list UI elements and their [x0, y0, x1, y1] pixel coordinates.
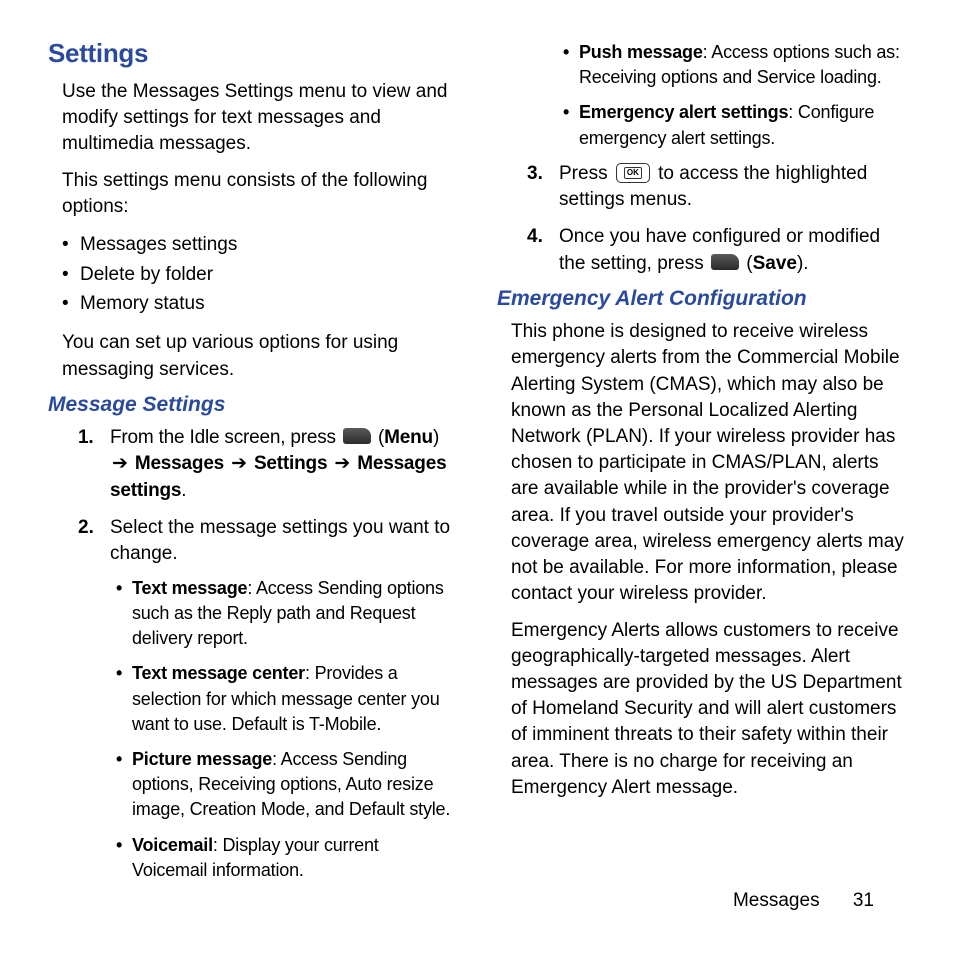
ok-button-icon — [616, 163, 650, 183]
arrow-icon: ➔ — [112, 451, 128, 478]
intro-paragraph-1: Use the Messages Settings menu to view a… — [62, 79, 457, 158]
step-text: Press — [559, 163, 613, 184]
step-text: ( — [741, 253, 753, 274]
sub-label: Push message — [579, 42, 703, 62]
emergency-paragraph-1: This phone is designed to receive wirele… — [511, 319, 906, 607]
step-text: Messages — [130, 453, 229, 474]
sub-label: Voicemail — [132, 835, 213, 855]
emergency-heading: Emergency Alert Configuration — [497, 287, 906, 311]
steps-list-left: From the Idle screen, press (Menu) ➔ Mes… — [78, 425, 457, 883]
page-footer: Messages 31 — [733, 890, 874, 912]
list-item: Push message: Access options such as: Re… — [563, 40, 906, 90]
intro-paragraph-3: You can set up various options for using… — [62, 330, 457, 382]
sub-label: Emergency alert settings — [579, 102, 788, 122]
footer-page-number: 31 — [853, 890, 874, 911]
footer-section: Messages — [733, 890, 820, 911]
arrow-icon: ➔ — [334, 451, 350, 478]
left-column: Settings Use the Messages Settings menu … — [48, 38, 457, 893]
sub-label: Text message — [132, 578, 247, 598]
steps-list-right: Press to access the highlighted settings… — [527, 161, 906, 277]
step-text: From the Idle screen, press — [110, 427, 341, 448]
step-text: ( — [373, 427, 384, 448]
right-column: Push message: Access options such as: Re… — [497, 38, 906, 893]
step-2: Select the message settings you want to … — [78, 515, 457, 883]
list-item: Picture message: Access Sending options,… — [116, 747, 457, 823]
sub-label: Picture message — [132, 749, 272, 769]
message-settings-heading: Message Settings — [48, 393, 457, 417]
step-text: Select the message settings you want to … — [110, 517, 450, 565]
list-item: Messages settings — [62, 230, 457, 259]
page-title: Settings — [48, 38, 457, 69]
sub-bullet-list: Text message: Access Sending options suc… — [116, 576, 457, 883]
arrow-icon: ➔ — [231, 451, 247, 478]
step-text: ). — [797, 253, 809, 274]
step-text: Settings — [249, 453, 333, 474]
step-3: Press to access the highlighted settings… — [527, 161, 906, 214]
sub-bullet-list-right: Push message: Access options such as: Re… — [563, 40, 906, 151]
intro-paragraph-2: This settings menu consists of the follo… — [62, 168, 457, 220]
list-item: Voicemail: Display your current Voicemai… — [116, 833, 457, 883]
menu-label: Menu — [384, 427, 433, 448]
step-4: Once you have configured or modified the… — [527, 224, 906, 277]
step-text: . — [181, 480, 186, 501]
list-item: Text message: Access Sending options suc… — [116, 576, 457, 652]
list-item: Emergency alert settings: Configure emer… — [563, 100, 906, 150]
step-1: From the Idle screen, press (Menu) ➔ Mes… — [78, 425, 457, 505]
list-item: Text message center: Provides a selectio… — [116, 661, 457, 737]
save-label: Save — [753, 253, 797, 274]
list-item: Memory status — [62, 289, 457, 318]
step-text: ) — [433, 427, 439, 448]
list-item: Delete by folder — [62, 260, 457, 289]
softkey-icon — [711, 254, 739, 270]
sub-label: Text message center — [132, 663, 305, 683]
softkey-icon — [343, 428, 371, 444]
emergency-paragraph-2: Emergency Alerts allows customers to rec… — [511, 618, 906, 802]
intro-bullet-list: Messages settings Delete by folder Memor… — [62, 230, 457, 318]
